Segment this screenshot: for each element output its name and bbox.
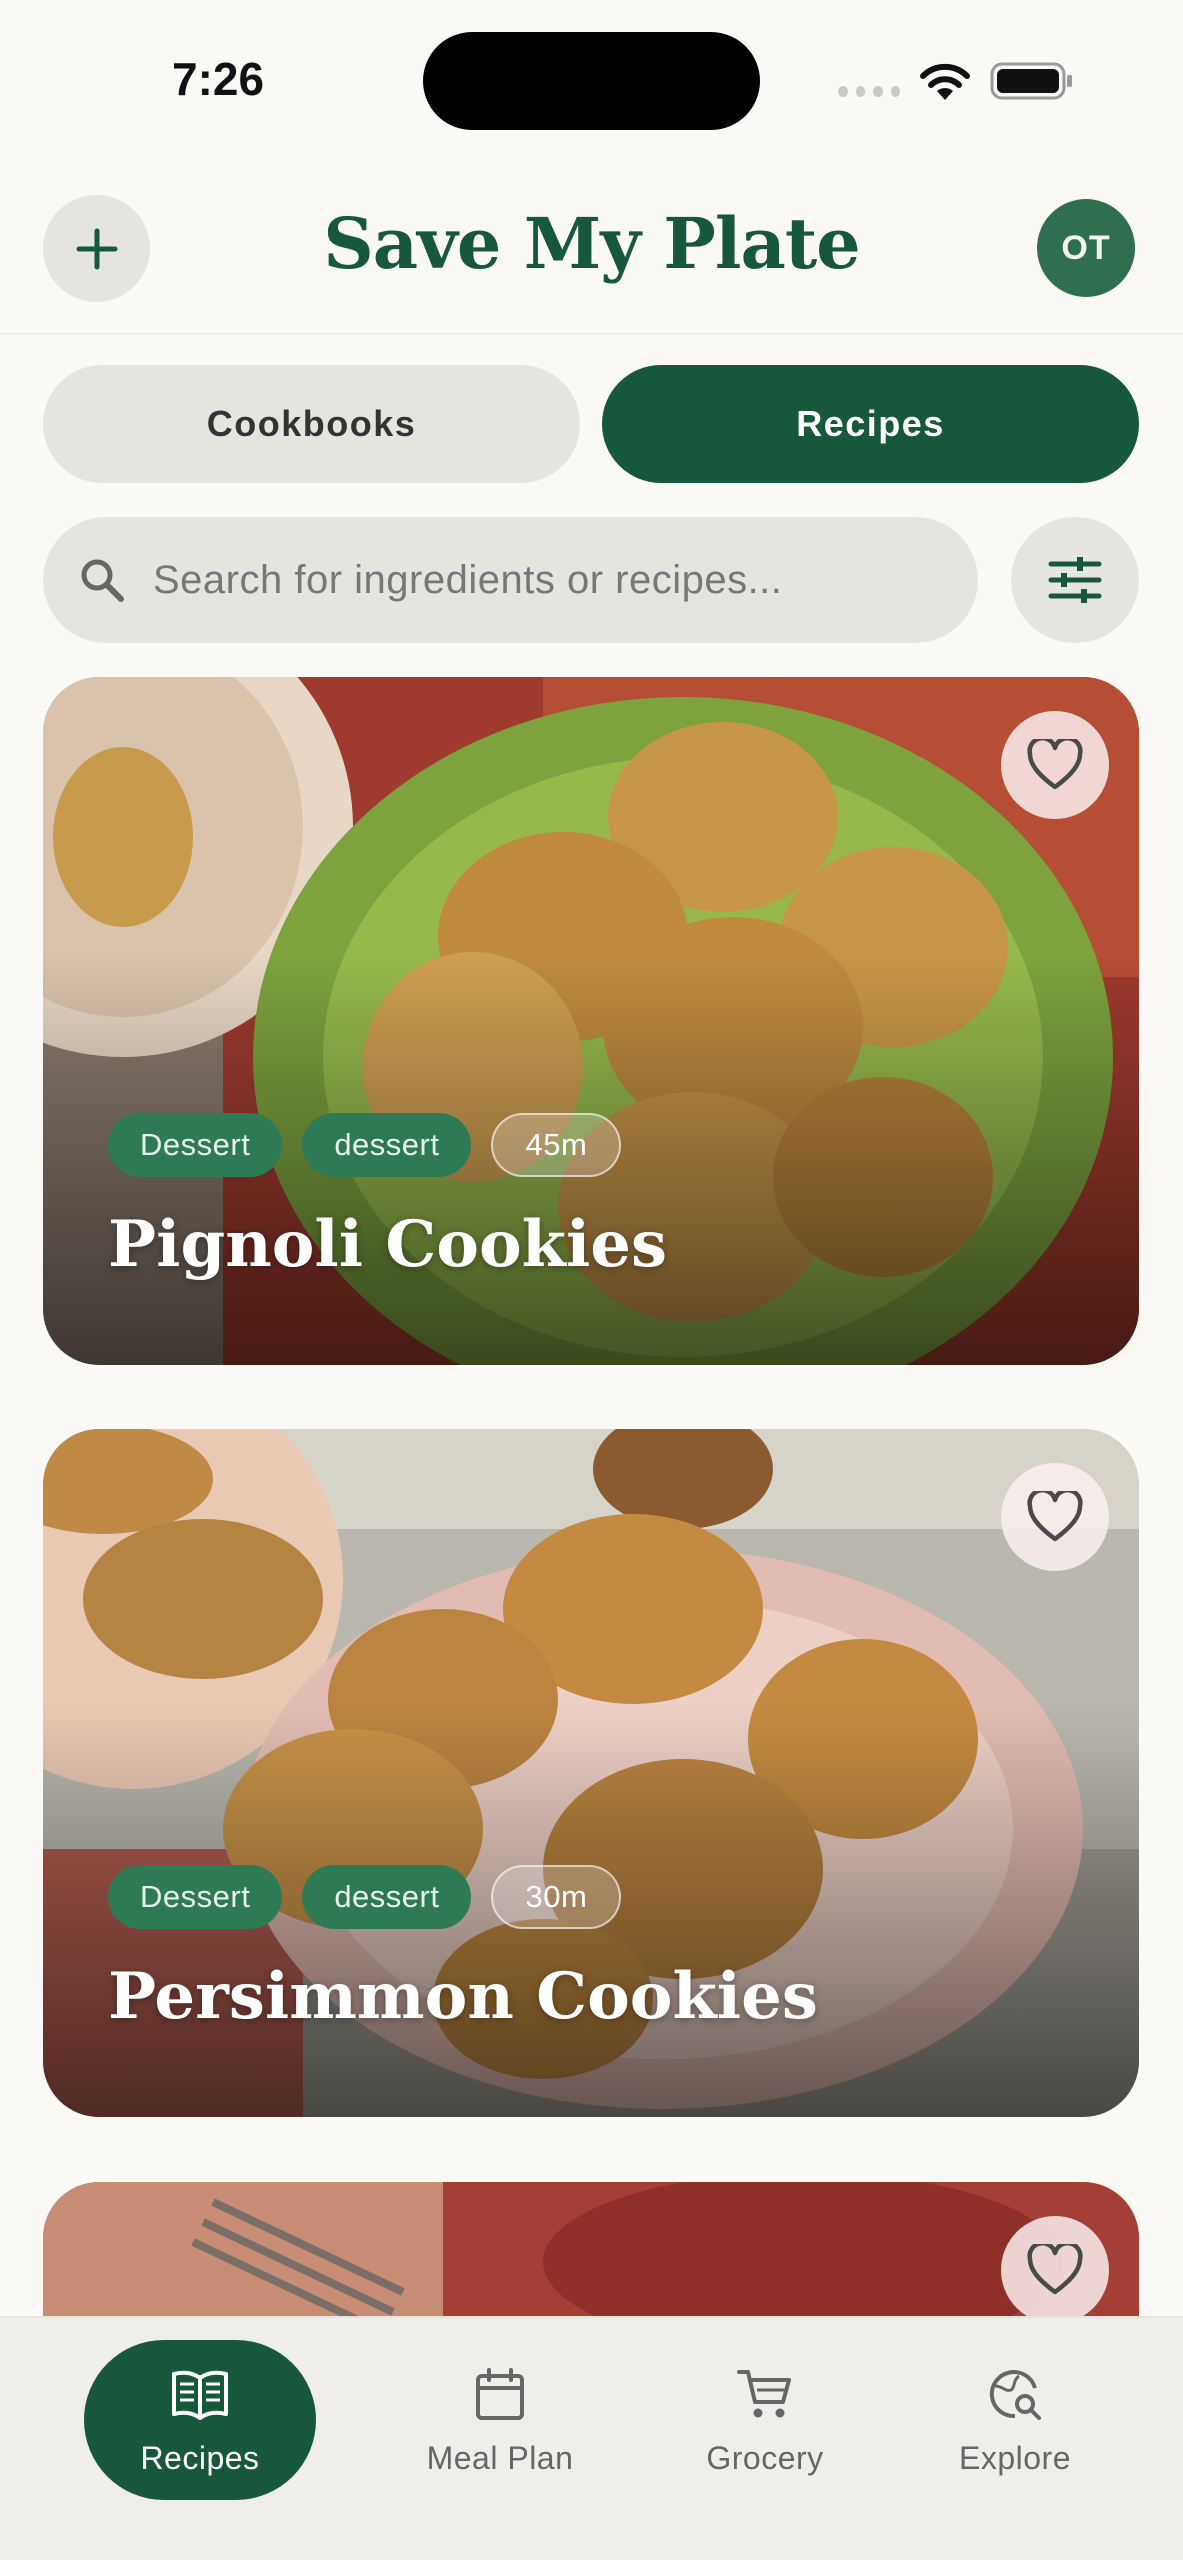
bottom-navigation: Recipes Meal Plan Grocery Explore: [0, 2316, 1183, 2560]
app-title: Save My Plate: [323, 202, 860, 285]
cook-time-badge: 30m: [491, 1865, 622, 1929]
recipe-card[interactable]: Dessert dessert 30m Persimmon Cookies: [43, 1429, 1139, 2117]
cook-time-badge: 45m: [491, 1113, 622, 1177]
heart-icon: [1027, 739, 1083, 790]
sliders-icon: [1048, 557, 1102, 603]
recipe-title: Pignoli Cookies: [108, 1207, 668, 1282]
search-input[interactable]: [153, 545, 953, 615]
heart-icon: [1027, 1491, 1083, 1542]
recipe-tags: Dessert dessert 45m: [108, 1113, 622, 1177]
favorite-button[interactable]: [1001, 1463, 1109, 1571]
cellular-signal-icon: [838, 86, 900, 98]
nav-recipes[interactable]: Recipes: [84, 2340, 316, 2500]
nav-grocery[interactable]: Grocery: [650, 2340, 880, 2500]
user-avatar[interactable]: OT: [1037, 199, 1135, 297]
search-icon: [81, 559, 124, 602]
recipe-title: Persimmon Cookies: [108, 1959, 818, 2034]
category-tag: dessert: [302, 1113, 472, 1177]
globe-search-icon: [989, 2369, 1041, 2420]
nav-label: Meal Plan: [426, 2439, 574, 2476]
nav-explore[interactable]: Explore: [900, 2340, 1130, 2500]
heart-icon: [1027, 2244, 1083, 2295]
status-bar: 7:26: [0, 0, 1183, 160]
category-tag: dessert: [302, 1865, 472, 1929]
nav-label: Grocery: [706, 2439, 824, 2476]
wifi-icon: [920, 63, 970, 100]
favorite-button[interactable]: [1001, 2216, 1109, 2324]
dynamic-island: [423, 32, 760, 130]
nav-meal-plan[interactable]: Meal Plan: [380, 2340, 620, 2500]
app-header: Save My Plate OT: [0, 170, 1183, 335]
tab-recipes[interactable]: Recipes: [602, 365, 1139, 483]
nav-label: Recipes: [140, 2439, 260, 2476]
category-tag: Dessert: [108, 1113, 283, 1177]
search-bar[interactable]: [43, 517, 978, 643]
calendar-icon: [476, 2367, 524, 2420]
recipe-tags: Dessert dessert 30m: [108, 1865, 622, 1929]
recipe-card[interactable]: Dessert dessert 45m Pignoli Cookies: [43, 677, 1139, 1365]
cart-icon: [737, 2369, 791, 2417]
book-icon: [172, 2370, 228, 2420]
category-tag: Dessert: [108, 1865, 283, 1929]
status-time: 7:26: [172, 53, 265, 105]
tab-cookbooks[interactable]: Cookbooks: [43, 365, 580, 483]
nav-label: Explore: [959, 2439, 1071, 2476]
favorite-button[interactable]: [1001, 711, 1109, 819]
battery-icon: [990, 62, 1072, 100]
filter-button[interactable]: [1011, 517, 1139, 643]
